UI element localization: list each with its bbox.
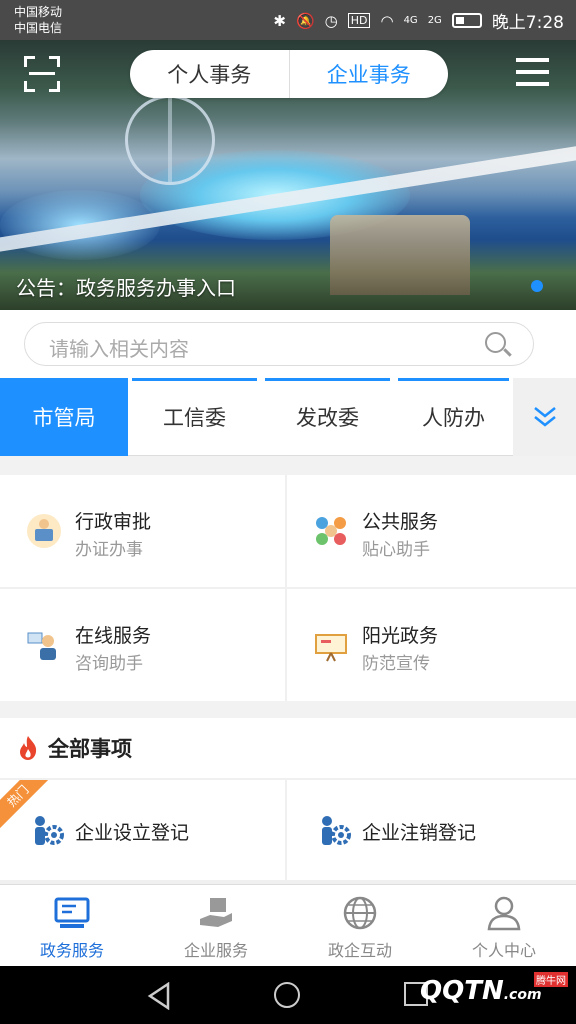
watermark-logo: QQTN.com xyxy=(420,976,542,1006)
service-subtitle: 防范宣传 xyxy=(362,654,430,674)
public-service-icon xyxy=(316,517,346,545)
item-enterprise-register[interactable]: 热门 企业设立登记 xyxy=(0,780,285,880)
tabbar-label: 企业服务 xyxy=(183,941,248,960)
item-label: 企业注销登记 xyxy=(362,822,477,844)
signal-2g-label: 2G xyxy=(427,15,442,26)
globe-icon xyxy=(343,896,377,930)
search-placeholder: 请输入相关内容 xyxy=(49,337,189,361)
service-subtitle: 办证办事 xyxy=(75,540,143,560)
enterprise-register-icon xyxy=(35,816,64,845)
tab-personal-affairs[interactable]: 个人事务 xyxy=(130,50,290,98)
online-service-icon xyxy=(27,632,56,660)
person-icon xyxy=(487,896,521,931)
service-title: 行政审批 xyxy=(75,511,152,533)
alarm-icon: ◷ xyxy=(324,11,338,30)
watermark-text: QQTN xyxy=(420,976,504,1006)
service-title: 在线服务 xyxy=(75,625,152,647)
service-public[interactable]: 公共服务 贴心助手 xyxy=(287,475,576,587)
tab-dept-0[interactable]: 市管局 xyxy=(0,378,128,456)
scan-qr-icon[interactable] xyxy=(24,56,60,92)
tab-label: 市管局 xyxy=(32,406,96,430)
tabbar-gov-services[interactable]: 政务服务 xyxy=(0,885,144,967)
search-icon[interactable] xyxy=(485,332,512,358)
expand-tabs-button[interactable] xyxy=(513,378,576,456)
service-subtitle: 贴心助手 xyxy=(362,540,430,560)
tabbar-label: 个人中心 xyxy=(471,941,536,960)
double-chevron-down-icon xyxy=(533,407,556,427)
back-icon[interactable] xyxy=(146,982,172,1010)
tab-dept-3[interactable]: 人防办 xyxy=(394,378,513,456)
sunshine-gov-icon xyxy=(315,634,347,662)
all-items-header: 全部事项 xyxy=(0,718,576,778)
tabbar-personal-center[interactable]: 个人中心 xyxy=(432,885,576,967)
tab-dept-1[interactable]: 工信委 xyxy=(128,378,261,456)
service-title: 公共服务 xyxy=(362,511,439,533)
approval-icon xyxy=(27,514,61,548)
services-grid: 行政审批 办证办事 公共服务 贴心助手 在线服务 咨询助手 阳光政务 防范宣传 xyxy=(0,475,576,701)
hd-badge: HD xyxy=(347,13,371,28)
building-art xyxy=(330,215,470,295)
enterprise-cancel-icon xyxy=(322,816,351,845)
monitor-icon xyxy=(54,897,90,928)
search-area: 请输入相关内容 xyxy=(0,310,576,378)
carrier-2: 中国电信 xyxy=(14,21,63,35)
tab-label: 人防办 xyxy=(422,406,485,430)
wifi-icon: ◠ xyxy=(380,11,394,30)
home-icon[interactable] xyxy=(274,982,300,1008)
carrier-1: 中国移动 xyxy=(14,5,63,19)
service-subtitle: 咨询助手 xyxy=(75,654,143,674)
system-nav-bar: QQTN.com 腾牛网 xyxy=(0,966,576,1024)
ferris-wheel-art xyxy=(125,95,215,185)
service-sunshine-gov[interactable]: 阳光政务 防范宣传 xyxy=(287,589,576,701)
status-time: 晚上7:28 xyxy=(491,13,564,33)
item-label: 企业设立登记 xyxy=(75,822,190,844)
status-icons: ✱ 🔕 ◷ HD ◠ 4G 2G 晚上7:28 xyxy=(273,8,564,34)
tab-dept-2[interactable]: 发改委 xyxy=(261,378,394,456)
search-input[interactable]: 请输入相关内容 xyxy=(24,322,534,366)
carrier-info: 中国移动 中国电信 xyxy=(14,4,62,36)
hand-box-icon xyxy=(200,898,232,927)
watermark-suffix: .com xyxy=(503,987,542,1003)
fire-icon xyxy=(20,736,37,760)
list-menu-icon[interactable] xyxy=(516,58,549,88)
tab-business-affairs[interactable]: 企业事务 xyxy=(290,50,449,98)
bluetooth-icon: ✱ xyxy=(273,11,286,30)
affairs-segmented-control: 个人事务 企业事务 xyxy=(130,50,448,98)
battery-icon xyxy=(451,13,482,28)
service-online[interactable]: 在线服务 咨询助手 xyxy=(0,589,285,701)
watermark-badge: 腾牛网 xyxy=(534,972,568,987)
service-title: 阳光政务 xyxy=(362,625,439,647)
all-items-grid: 热门 企业设立登记 企业注销登记 xyxy=(0,778,576,884)
tabbar-enterprise-services[interactable]: 企业服务 xyxy=(144,885,288,967)
department-tabs: 市管局 工信委 发改委 人防办 xyxy=(0,378,576,456)
signal-4g-label: 4G xyxy=(403,15,418,26)
carousel-indicator[interactable] xyxy=(531,280,543,292)
mute-icon: 🔕 xyxy=(295,11,315,30)
tabbar-label: 政务服务 xyxy=(39,941,104,960)
tab-label: 发改委 xyxy=(296,406,359,430)
tabbar-label: 政企互动 xyxy=(327,941,392,960)
service-approval[interactable]: 行政审批 办证办事 xyxy=(0,475,285,587)
all-items-title: 全部事项 xyxy=(48,737,132,761)
banner-notice[interactable]: 公告：政务服务办事入口 xyxy=(16,272,236,301)
tabbar-gov-enterprise-interaction[interactable]: 政企互动 xyxy=(288,885,432,967)
item-enterprise-cancel[interactable]: 企业注销登记 xyxy=(287,780,576,880)
status-bar: 中国移动 中国电信 ✱ 🔕 ◷ HD ◠ 4G 2G 晚上7:28 xyxy=(0,0,576,40)
bottom-tab-bar: 政务服务 企业服务 政企互动 个人中心 xyxy=(0,884,576,966)
tab-label: 工信委 xyxy=(163,406,226,430)
